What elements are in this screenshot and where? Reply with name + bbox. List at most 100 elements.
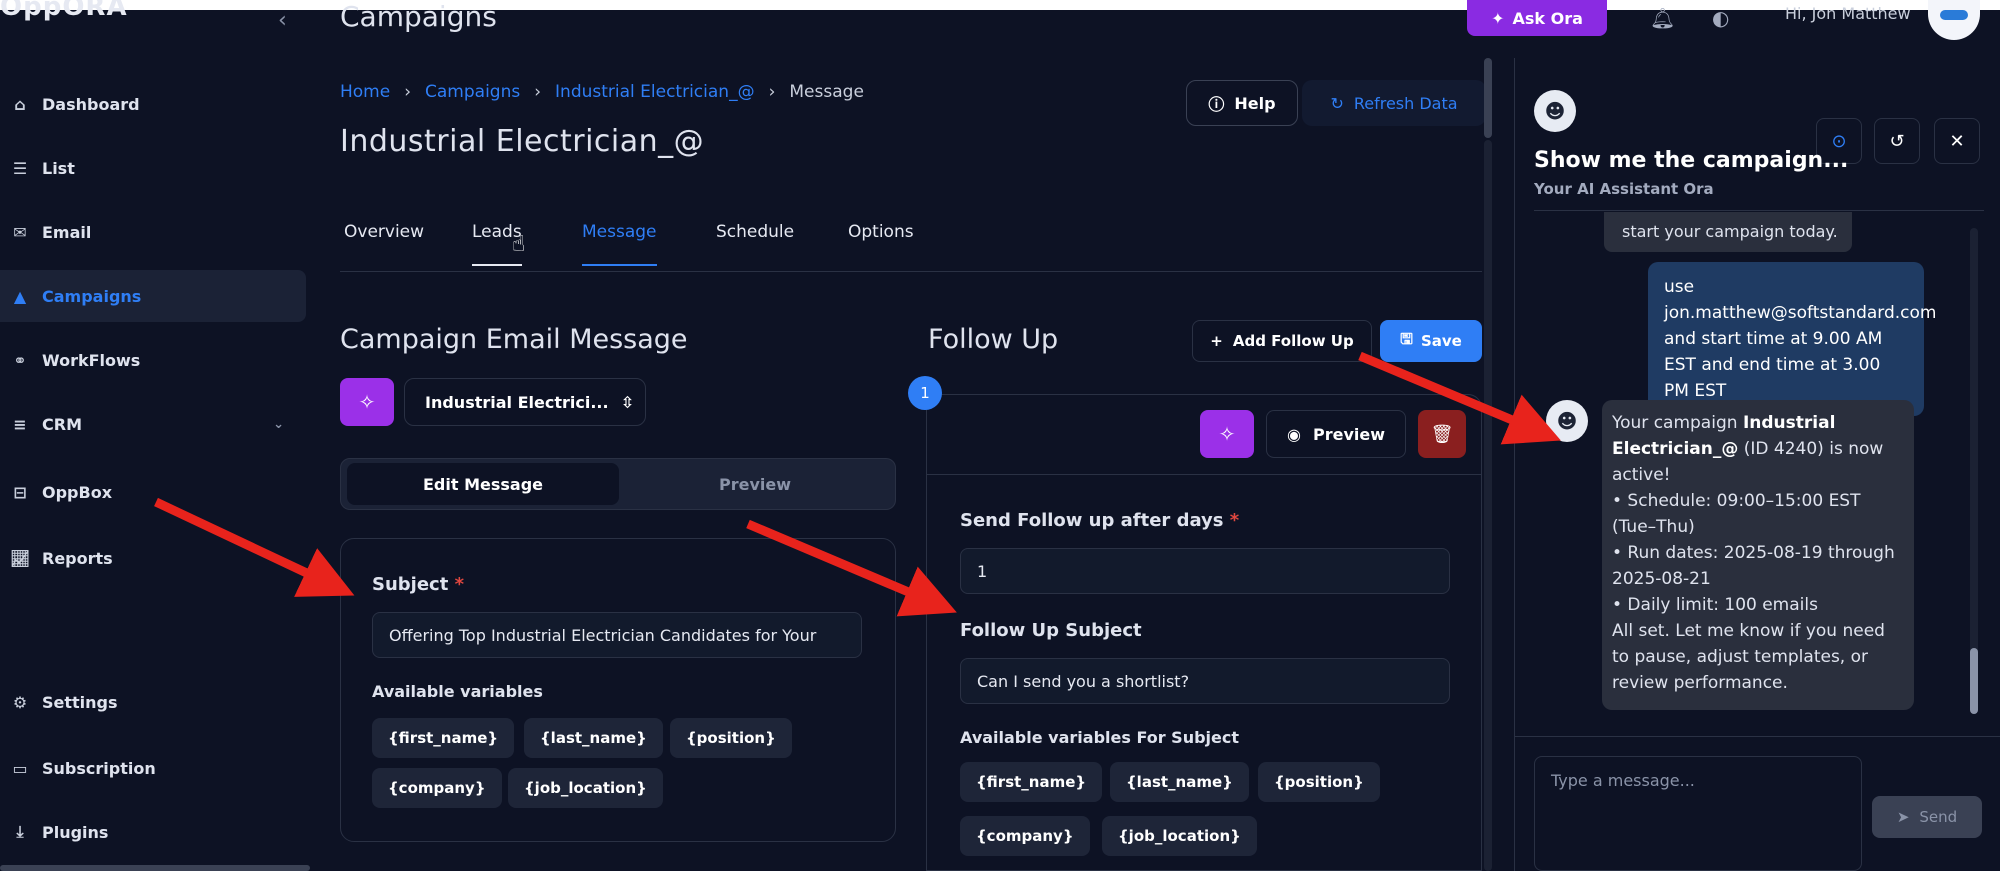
required-marker: * <box>1229 510 1240 531</box>
message-section-title: Campaign Email Message <box>340 324 688 355</box>
breadcrumb-current: Message <box>789 82 864 102</box>
sidebar-scrollbar[interactable] <box>0 865 310 871</box>
add-follow-up-button[interactable]: + Add Follow Up <box>1192 320 1372 362</box>
bot-closing: All set. Let me know if you need to paus… <box>1612 621 1885 693</box>
sidebar-item-label: Dashboard <box>42 94 140 114</box>
campaign-icon: ▲ <box>13 286 27 306</box>
follow-up-subject-input[interactable]: Can I send you a shortlist? <box>960 658 1450 704</box>
card-icon: ▭ <box>12 758 28 778</box>
send-label: Send <box>1919 808 1958 826</box>
preview-tab[interactable]: Preview <box>619 463 891 505</box>
variable-chip[interactable]: {first_name} <box>372 718 515 758</box>
campaign-title: Industrial Electrician_@ <box>340 124 705 159</box>
variable-chip[interactable]: {last_name} <box>1110 762 1249 802</box>
main-scrollbar-track[interactable] <box>1484 140 1492 871</box>
save-label: Save <box>1420 332 1462 350</box>
tab-overview[interactable]: Overview <box>344 222 424 264</box>
chevron-updown-icon: ⇳ <box>620 392 634 412</box>
sidebar-item-oppbox[interactable]: ⊟ OppBox <box>0 466 306 518</box>
sidebar-item-label: Settings <box>42 692 118 712</box>
sidebar-item-label: Subscription <box>42 758 156 778</box>
workflow-icon: ⚭ <box>13 350 27 370</box>
sidebar-item-label: OppBox <box>42 482 113 502</box>
help-icon: ⓘ <box>1208 95 1225 114</box>
sidebar-item-plugins[interactable]: ⤓ Plugins <box>0 806 306 858</box>
send-button[interactable]: ➤ Send <box>1872 796 1982 838</box>
delete-follow-up-button[interactable]: 🗑︎ <box>1418 410 1466 458</box>
variable-chip[interactable]: {position} <box>670 718 792 758</box>
sidebar-item-campaigns[interactable]: ▲ Campaigns <box>0 270 306 322</box>
variable-chip[interactable]: {job_location} <box>508 768 663 808</box>
breadcrumb-campaigns[interactable]: Campaigns <box>425 82 520 102</box>
variable-chip[interactable]: {first_name} <box>960 762 1103 802</box>
user-avatar[interactable] <box>1928 0 1980 40</box>
sidebar-item-email[interactable]: ✉ Email <box>0 206 306 258</box>
sidebar-item-list[interactable]: ☰ List <box>0 142 306 194</box>
assistant-scrollbar-thumb[interactable] <box>1970 648 1978 714</box>
sidebar-item-workflows[interactable]: ⚭ WorkFlows <box>0 334 306 386</box>
follow-up-subject-label: Follow Up Subject <box>960 620 1142 641</box>
subject-input[interactable]: Offering Top Industrial Electrician Cand… <box>372 612 862 658</box>
refresh-label: Refresh Data <box>1353 93 1458 113</box>
follow-up-preview-button[interactable]: ◉ Preview <box>1266 410 1406 458</box>
add-follow-up-label: Add Follow Up <box>1232 332 1354 350</box>
reports-icon: 📈︎ <box>10 548 31 568</box>
app-logo[interactable]: OppORA <box>0 0 130 24</box>
tab-options[interactable]: Options <box>848 222 914 264</box>
required-marker: * <box>454 574 465 595</box>
variable-chip[interactable]: {company} <box>372 768 502 808</box>
follow-up-card-divider <box>926 474 1482 475</box>
subject-label-text: Subject <box>372 574 449 595</box>
follow-up-step-badge: 1 <box>908 376 942 410</box>
top-strip <box>0 0 2000 10</box>
follow-up-days-input[interactable]: 1 <box>960 548 1450 594</box>
main-scrollbar-thumb[interactable] <box>1484 58 1492 138</box>
assistant-message-input[interactable]: Type a message... <box>1534 756 1862 871</box>
assistant-scrollbar-track[interactable] <box>1970 228 1978 714</box>
breadcrumb-campaign[interactable]: Industrial Electrician_@ <box>555 82 755 102</box>
follow-up-ai-button[interactable]: ✧ <box>1200 410 1254 458</box>
history-icon: ↺ <box>1889 130 1905 152</box>
ai-generate-button[interactable]: ✧ <box>340 378 394 426</box>
ask-ora-button[interactable]: ✦ Ask Ora <box>1467 0 1607 36</box>
breadcrumb-home[interactable]: Home <box>340 82 390 102</box>
collapse-sidebar-icon[interactable]: ‹ <box>278 8 287 33</box>
variable-chip[interactable]: {position} <box>1258 762 1380 802</box>
gear-icon: ⚙ <box>12 692 28 712</box>
tab-message[interactable]: Message <box>582 222 657 266</box>
tab-schedule[interactable]: Schedule <box>716 222 794 264</box>
refresh-data-button[interactable]: ↻ Refresh Data <box>1302 80 1486 126</box>
variable-chip[interactable]: {job_location} <box>1102 816 1257 856</box>
sidebar-item-subscription[interactable]: ▭ Subscription <box>0 742 306 794</box>
assistant-history-button[interactable]: ↺ <box>1874 118 1920 164</box>
edit-message-tab[interactable]: Edit Message <box>347 463 619 505</box>
breadcrumb-separator-icon: › <box>534 82 542 102</box>
help-button[interactable]: ⓘ Help <box>1186 80 1298 126</box>
ask-ora-label: Ask Ora <box>1512 8 1583 28</box>
assistant-close-button[interactable]: ✕ <box>1934 118 1980 164</box>
list-icon: ☰ <box>12 158 28 178</box>
sidebar-item-reports[interactable]: 📈︎ Reports <box>0 532 306 584</box>
bot-run-dates: • Run dates: 2025-08-19 through 2025-08-… <box>1612 543 1895 589</box>
crm-icon: ≡ <box>13 414 27 434</box>
variable-chip[interactable]: {company} <box>960 816 1090 856</box>
template-select-value: Industrial Electrici... <box>425 392 609 412</box>
variable-chip[interactable]: {last_name} <box>524 718 663 758</box>
assistant-title: Show me the campaign... <box>1534 148 1849 173</box>
sidebar-item-dashboard[interactable]: ⌂ Dashboard <box>0 78 306 130</box>
theme-toggle-icon[interactable]: ◐ <box>1712 6 1729 30</box>
save-button[interactable]: 🖫 Save <box>1380 320 1482 362</box>
assistant-avatar-icon: ☻ <box>1534 90 1576 132</box>
inbox-icon: ⊟ <box>13 482 27 502</box>
sidebar-item-crm[interactable]: ≡ CRM ⌄ <box>0 398 306 450</box>
sidebar: ⌂ Dashboard ☰ List ✉ Email ▲ Campaigns ⚭ Work… <box>0 36 308 871</box>
hand-cursor-icon: ☝ <box>512 232 526 257</box>
user-greeting: Hi, Jon Matthew <box>1785 4 1911 23</box>
assistant-avatar-icon: ☻ <box>1546 400 1588 442</box>
template-select[interactable]: Industrial Electrici... ⇳ <box>404 378 646 426</box>
plus-icon: + <box>1210 332 1223 350</box>
breadcrumb: Home › Campaigns › Industrial Electricia… <box>340 82 864 102</box>
sidebar-item-settings[interactable]: ⚙ Settings <box>0 676 306 728</box>
bell-icon[interactable]: 🔔︎ <box>1650 6 1675 30</box>
refresh-icon: ↻ <box>1330 93 1344 113</box>
